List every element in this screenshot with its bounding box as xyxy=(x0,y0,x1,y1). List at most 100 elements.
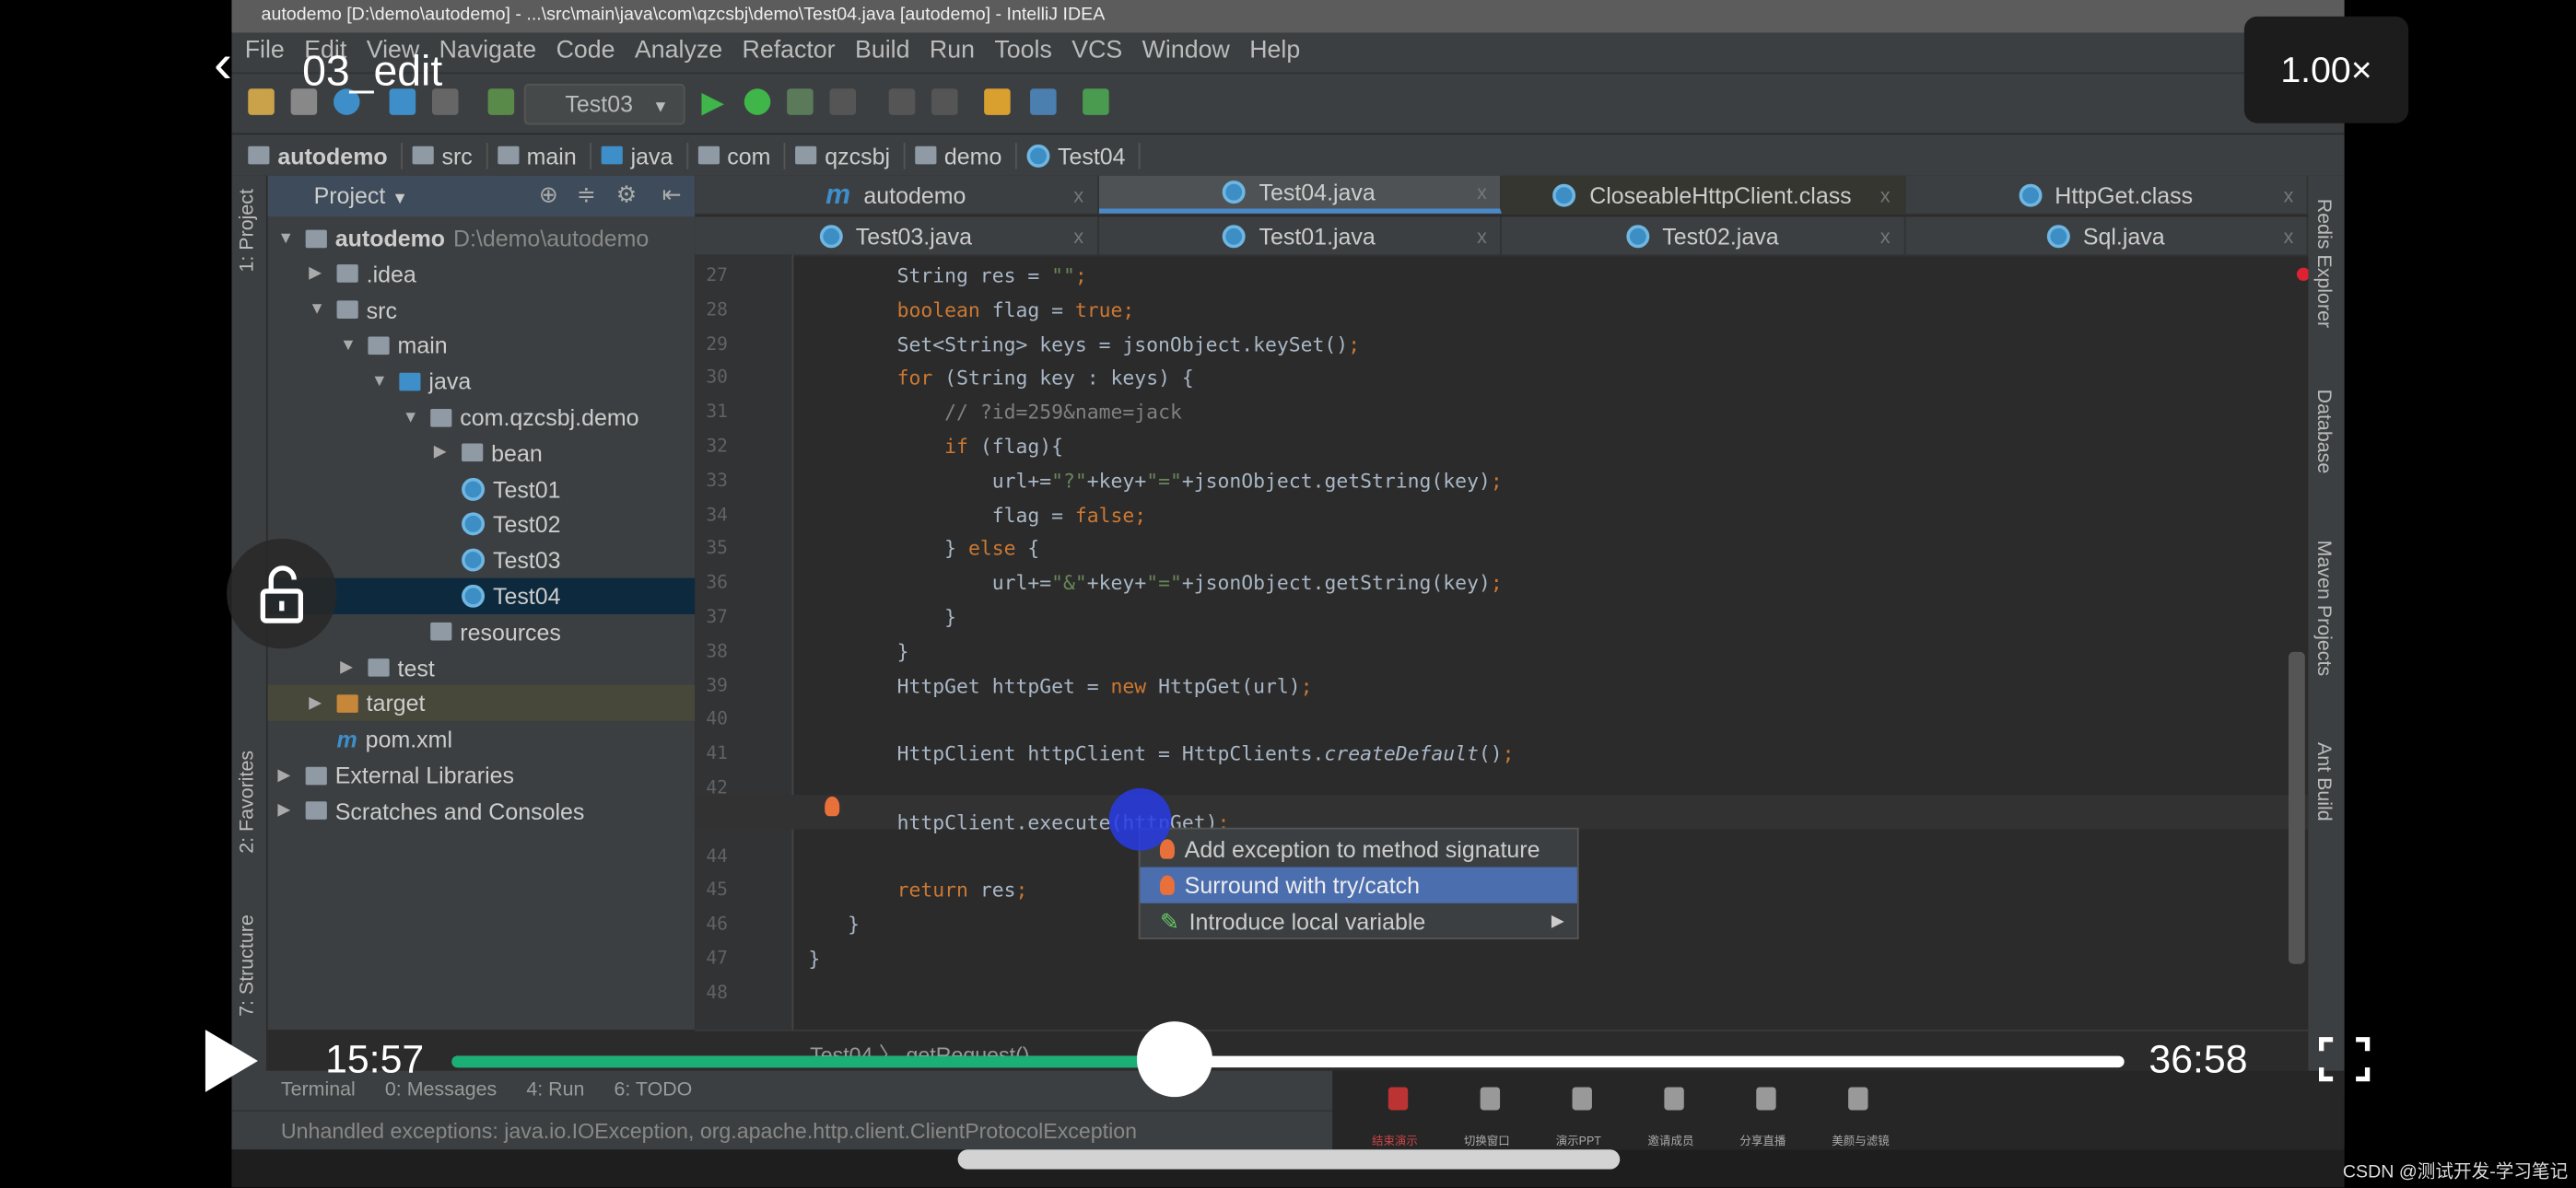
chevron-down-icon[interactable]: ▼ xyxy=(392,191,408,209)
lightbulb-icon[interactable] xyxy=(825,796,840,817)
tree-item[interactable]: ▶ bean xyxy=(434,435,543,471)
tab-maven-projects[interactable]: Maven Projects xyxy=(2313,541,2336,676)
build-icon[interactable] xyxy=(487,88,515,115)
breadcrumb-item[interactable]: src xyxy=(412,142,487,169)
close-icon[interactable]: x xyxy=(2284,183,2294,206)
home-indicator[interactable] xyxy=(957,1149,1621,1170)
collapsed-icon[interactable]: ▶ xyxy=(309,265,328,284)
tree-item[interactable]: ▼ com.qzcsbj.demo xyxy=(403,399,639,435)
tab-closeablehttpclient-class[interactable]: CloseableHttpClient.class x xyxy=(1501,175,1905,214)
hide-icon[interactable]: ⇤ xyxy=(662,181,682,208)
tree-item[interactable]: ▶ External Libraries xyxy=(277,757,514,793)
meeting-tool-icon[interactable] xyxy=(1756,1087,1776,1111)
editor-scrollbar[interactable] xyxy=(2288,651,2305,964)
tab-test03-java[interactable]: Test03.java x xyxy=(695,216,1099,255)
meeting-tool-label[interactable]: 邀请成员 xyxy=(1648,1133,1694,1149)
run-icon[interactable]: ▶ xyxy=(701,86,724,120)
tab-favorites[interactable]: 2: Favorites xyxy=(235,751,258,854)
run-config-select[interactable]: Test03 ▼ xyxy=(523,83,685,125)
menu-navigate[interactable]: Navigate xyxy=(439,36,537,69)
breadcrumb-item[interactable]: java xyxy=(601,142,688,169)
open-icon[interactable] xyxy=(248,88,275,115)
tree-item[interactable]: Test03 xyxy=(434,542,561,578)
close-icon[interactable]: x xyxy=(1880,183,1891,206)
lock-button[interactable] xyxy=(227,538,337,649)
tree-item[interactable]: ▼ main xyxy=(340,328,448,364)
menu-file[interactable]: File xyxy=(245,36,285,69)
close-icon[interactable]: x xyxy=(1477,181,1487,204)
tab-test04-java[interactable]: Test04.java x xyxy=(1098,175,1502,214)
tree-item[interactable]: Test01 xyxy=(434,471,561,507)
tab-test02-java[interactable]: Test02.java x xyxy=(1502,216,1905,255)
expanded-icon[interactable]: ▼ xyxy=(403,408,422,426)
tool-tab-run[interactable]: 4: Run xyxy=(526,1077,584,1104)
meeting-tool-icon[interactable] xyxy=(1480,1087,1501,1111)
meeting-tool-icon[interactable] xyxy=(1664,1087,1684,1111)
menu-window[interactable]: Window xyxy=(1142,36,1230,69)
meeting-tool-icon[interactable] xyxy=(1572,1087,1592,1111)
tab-ant-build[interactable]: Ant Build xyxy=(2313,742,2336,821)
meeting-tool-label[interactable]: 分享直播 xyxy=(1739,1133,1786,1149)
meeting-tool-icon[interactable] xyxy=(1848,1087,1868,1111)
meeting-tool-label[interactable]: 美颜与滤镜 xyxy=(1832,1133,1889,1149)
collapsed-icon[interactable]: ▶ xyxy=(434,444,453,462)
menu-build[interactable]: Build xyxy=(855,36,909,69)
menu-refactor[interactable]: Refactor xyxy=(743,36,836,69)
tool-tab-todo[interactable]: 6: TODO xyxy=(614,1077,692,1104)
tree-item[interactable]: resources xyxy=(403,614,561,650)
close-icon[interactable]: x xyxy=(1073,183,1083,206)
close-icon[interactable]: x xyxy=(1477,224,1487,247)
gear-icon[interactable]: ⚙ xyxy=(616,181,637,208)
tree-item[interactable]: ▼ src xyxy=(309,292,397,328)
expanded-icon[interactable]: ▼ xyxy=(309,300,328,319)
tree-item[interactable]: Test04 xyxy=(434,578,561,614)
locate-icon[interactable]: ⊕ xyxy=(539,181,558,208)
tree-item[interactable]: Test02 xyxy=(434,507,561,542)
tree-item[interactable]: ▶ Scratches and Consoles xyxy=(277,793,584,829)
meeting-tool-icon[interactable] xyxy=(1388,1087,1409,1111)
close-icon[interactable]: x xyxy=(1880,224,1891,247)
project-panel-title[interactable]: Project xyxy=(314,182,386,209)
expanded-icon[interactable]: ▼ xyxy=(277,229,297,248)
tab-database[interactable]: Database xyxy=(2313,390,2336,474)
tab-project[interactable]: 1: Project xyxy=(235,189,258,272)
progress-knob[interactable] xyxy=(1136,1021,1212,1098)
menu-tools[interactable]: Tools xyxy=(994,36,1051,69)
settings-wrench-icon[interactable] xyxy=(984,88,1011,115)
tab-sql-java[interactable]: Sql.java x xyxy=(1905,216,2309,255)
tab-test01-java[interactable]: Test01.java x xyxy=(1098,216,1502,255)
update-icon[interactable] xyxy=(931,88,958,115)
expanded-icon[interactable]: ▼ xyxy=(371,372,391,390)
close-icon[interactable]: x xyxy=(2284,224,2294,247)
intention-item[interactable]: Add exception to method signature xyxy=(1141,831,1577,867)
collapse-icon[interactable]: ≑ xyxy=(577,181,596,208)
close-icon[interactable]: x xyxy=(1073,224,1083,247)
breadcrumb-item[interactable]: qzcsbj xyxy=(795,142,906,169)
tree-item[interactable]: ▼ autodemo D:\demo\autodemo xyxy=(277,220,649,256)
coverage-icon[interactable] xyxy=(787,88,814,115)
tree-item[interactable]: ▼ java xyxy=(371,363,471,399)
project-structure-icon[interactable] xyxy=(1030,88,1057,115)
breadcrumb-item[interactable]: Test04 xyxy=(1026,142,1141,169)
menu-analyze[interactable]: Analyze xyxy=(635,36,722,69)
breadcrumb-item[interactable]: main xyxy=(497,142,591,169)
tab-autodemo[interactable]: m autodemo x xyxy=(695,175,1099,214)
fullscreen-icon[interactable] xyxy=(2318,1036,2371,1082)
tab-structure[interactable]: 7: Structure xyxy=(235,914,258,1017)
back-arrow-icon[interactable]: ‹ xyxy=(214,36,232,92)
expanded-icon[interactable]: ▼ xyxy=(340,336,359,355)
meeting-tool-label[interactable]: 演示PPT xyxy=(1556,1133,1601,1149)
collapsed-icon[interactable]: ▶ xyxy=(277,802,297,821)
debug-icon[interactable] xyxy=(744,88,771,115)
vcs-icon[interactable] xyxy=(888,88,916,115)
menu-code[interactable]: Code xyxy=(556,36,615,69)
plugin-icon[interactable] xyxy=(1083,88,1109,115)
menu-vcs[interactable]: VCS xyxy=(1071,36,1122,69)
breadcrumb-item[interactable]: autodemo xyxy=(248,142,403,169)
breadcrumb-item[interactable]: demo xyxy=(914,142,1017,169)
menu-run[interactable]: Run xyxy=(930,36,975,69)
stop-icon[interactable] xyxy=(829,88,857,115)
tree-item[interactable]: ▶ .idea xyxy=(309,256,416,292)
tree-item[interactable]: ▶ test xyxy=(340,649,435,685)
play-button[interactable] xyxy=(201,1027,263,1096)
